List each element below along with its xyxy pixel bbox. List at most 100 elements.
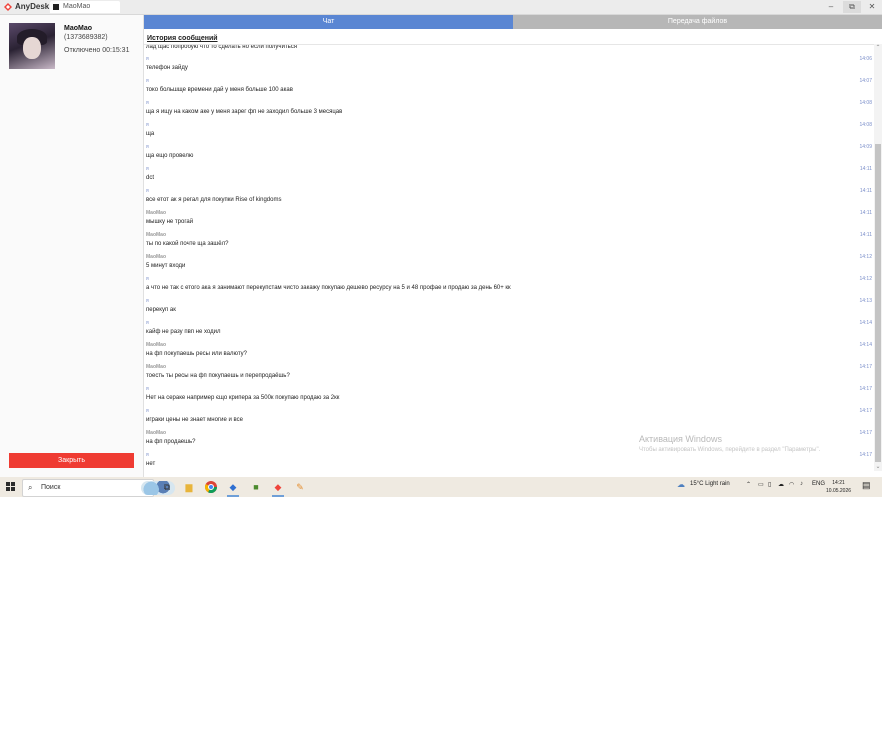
chrome-icon[interactable] — [204, 481, 217, 494]
message-time: 14:06 — [859, 56, 872, 62]
chat-message: я 14:08 ща я ищу на каком аке у меня зарег… — [146, 100, 872, 122]
message-text: ща — [146, 131, 155, 137]
minecraft-icon[interactable]: ■ — [250, 481, 262, 493]
session-tab-icon — [53, 4, 59, 10]
message-list[interactable]: лад щас попробую что то сделать но если … — [144, 44, 874, 472]
tab-chat[interactable]: Чат — [144, 15, 513, 29]
volume-icon[interactable]: ♪ — [800, 481, 803, 487]
message-time: 14:17 — [859, 364, 872, 370]
message-time: 14:17 — [859, 386, 872, 392]
weather-icon[interactable]: ☁ — [677, 480, 685, 489]
chat-message: я 14:12 а что не так с етого ака я занимаю… — [146, 276, 872, 298]
app-name: AnyDesk — [15, 2, 50, 11]
screen: AnyDesk MaoMao – ⧉ ✕ MaoMao (1373689382)… — [0, 0, 882, 497]
message-time: 14:14 — [859, 320, 872, 326]
avatar-face — [23, 37, 41, 59]
history-title: История сообщений — [147, 35, 218, 42]
chat-message: MaoMao 14:14 на фп покупаешь ресы или валю… — [146, 342, 872, 364]
message-time: 14:11 — [859, 188, 872, 194]
clock[interactable]: 14:21 10.05.2026 — [826, 479, 851, 495]
onedrive-icon[interactable]: ☁ — [778, 481, 784, 488]
message-text: ща ещо провелю — [146, 153, 194, 159]
message-time: 14:08 — [859, 100, 872, 106]
message-time: 14:17 — [859, 452, 872, 458]
message-sender: я — [146, 78, 149, 84]
wifi-icon[interactable]: ◠ — [789, 481, 794, 488]
message-sender: я — [146, 298, 149, 304]
message-time: 14:17 — [859, 430, 872, 436]
chat-scrollbar[interactable]: ⌃ ⌄ — [874, 44, 882, 471]
taskbar: ⌕ Поиск ⧉ ▆ ◆ ■ ◆ ✎ ☁ 15°C Light rain ⌃ … — [0, 477, 882, 497]
scroll-up-arrow-icon[interactable]: ⌃ — [874, 44, 882, 52]
contact-sidebar: MaoMao (1373689382) Отключено 00:15:31 З… — [0, 15, 144, 477]
message-text: телефон зайду — [146, 65, 188, 71]
search-placeholder: Поиск — [41, 484, 61, 491]
message-text: тоесть ты ресы на фп покупаешь и перепро… — [146, 373, 290, 379]
message-sender: я — [146, 122, 149, 128]
anydesk-blue-icon[interactable]: ◆ — [227, 481, 239, 493]
scroll-down-arrow-icon[interactable]: ⌄ — [874, 463, 882, 471]
weather-text[interactable]: 15°C Light rain — [690, 481, 730, 487]
message-sender: MaoMao — [146, 210, 166, 216]
chat-message: я 14:13 перекуп ак — [146, 298, 872, 320]
anydesk-red-icon[interactable]: ◆ — [272, 481, 284, 493]
battery-icon[interactable]: ▯ — [768, 481, 771, 488]
message-text: играки цены не знает многие и все — [146, 417, 243, 423]
network-icon[interactable]: ▭ — [758, 481, 764, 488]
session-tab[interactable]: MaoMao — [50, 1, 120, 13]
message-sender: я — [146, 386, 149, 392]
message-sender: я — [146, 100, 149, 106]
chat-message: MaoMao 14:11 мышку не трогай — [146, 210, 872, 232]
chat-message: я 14:14 кайф не разу пвп не ходил — [146, 320, 872, 342]
message-time: 14:13 — [859, 298, 872, 304]
file-explorer-icon[interactable]: ▆ — [183, 481, 195, 493]
active-app-indicator — [227, 495, 239, 497]
message-sender: я — [146, 188, 149, 194]
session-tab-label: MaoMao — [63, 3, 91, 10]
message-text: 5 минут входи — [146, 263, 186, 269]
message-time: 14:17 — [859, 408, 872, 414]
active-app-indicator — [272, 495, 284, 497]
connection-status: Отключено 00:15:31 — [64, 47, 130, 54]
language-indicator[interactable]: ENG — [812, 481, 825, 487]
message-sender: MaoMao — [146, 430, 166, 436]
tab-file-transfer[interactable]: Передача файлов — [513, 15, 882, 29]
avatar — [9, 23, 55, 69]
message-time: 14:11 — [859, 210, 872, 216]
clock-time: 14:21 — [832, 480, 845, 486]
message-text: нет — [146, 461, 156, 467]
message-sender: я — [146, 320, 149, 326]
message-text: кайф не разу пвп не ходил — [146, 329, 221, 335]
contact-name: MaoMao — [64, 25, 92, 32]
message-text: ща я ищу на каком аке у меня зарег фп не… — [146, 109, 343, 115]
task-view-icon[interactable]: ⧉ — [161, 481, 173, 493]
chat-message: я 14:17 играки цены не знает многие и все — [146, 408, 872, 430]
close-window-button[interactable]: ✕ — [863, 1, 881, 13]
message-sender: MaoMao — [146, 232, 166, 238]
notifications-icon[interactable]: ▤ — [862, 480, 871, 491]
contact-id: (1373689382) — [64, 34, 108, 41]
message-text: на фп продаешь? — [146, 439, 196, 445]
message-text: все етот ак я регал для покупки Rise of … — [146, 197, 282, 203]
taskbar-search[interactable]: ⌕ Поиск — [22, 479, 175, 497]
chat-message: MaoMao 14:17 тоесть ты ресы на фп покупаеш… — [146, 364, 872, 386]
message-time: 14:11 — [859, 232, 872, 238]
minimize-button[interactable]: – — [822, 1, 840, 13]
message-time: 14:12 — [859, 276, 872, 282]
maximize-button[interactable]: ⧉ — [843, 1, 861, 13]
chat-message: я 14:09 ща ещо провелю — [146, 144, 872, 166]
scroll-thumb[interactable] — [875, 144, 881, 462]
show-hidden-icons-icon[interactable]: ⌃ — [746, 481, 751, 488]
activation-watermark-subtitle: Чтобы активировать Windows, перейдите в … — [639, 447, 821, 453]
message-text: мышку не трогай — [146, 219, 194, 225]
windows-start-icon[interactable] — [6, 482, 16, 492]
message-time: 14:07 — [859, 78, 872, 84]
message-text: а что не так с етого ака я занимают пере… — [146, 285, 511, 291]
message-sender: MaoMao — [146, 342, 166, 348]
message-time: 14:11 — [859, 166, 872, 172]
chat-message: я 14:11 все етот ак я регал для покупки Ri… — [146, 188, 872, 210]
message-text: ты по какой почте ща зашёл? — [146, 241, 229, 247]
paint-icon[interactable]: ✎ — [294, 481, 306, 493]
close-session-button[interactable]: Закрыть — [9, 453, 134, 468]
message-text: лад щас попробую что то сделать но если … — [146, 44, 298, 50]
